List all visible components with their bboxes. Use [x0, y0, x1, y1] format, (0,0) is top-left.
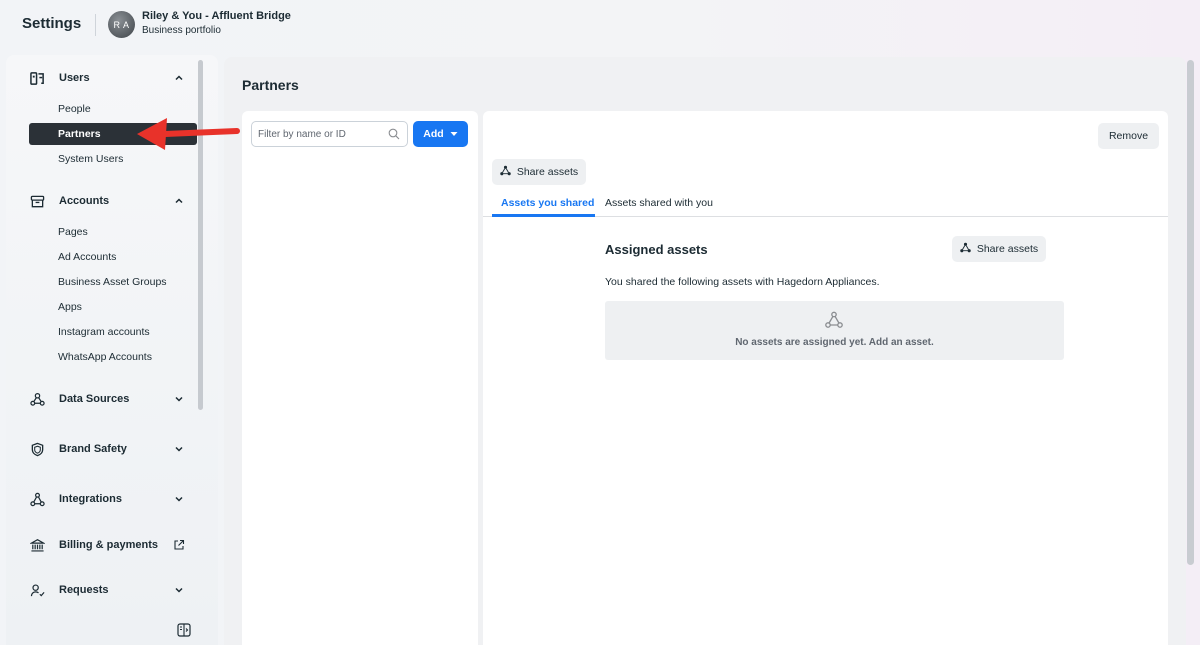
sidebar-section-data-sources[interactable]: Data Sources [22, 386, 192, 412]
annotation-arrow-icon [137, 118, 240, 150]
chevron-up-icon[interactable] [172, 194, 186, 208]
shield-icon [29, 441, 45, 457]
sidebar-item-label: Partners [58, 128, 101, 140]
empty-assets-text: No assets are assigned yet. Add an asset… [735, 337, 934, 348]
top-header: Settings R A Riley & You - Affluent Brid… [0, 0, 1200, 52]
share-assets-label: Share assets [976, 243, 1039, 255]
sidebar-section-label: Data Sources [59, 393, 130, 405]
sidebar-section-label: Brand Safety [59, 443, 127, 455]
sidebar-item-people[interactable]: People [58, 103, 91, 115]
search-icon[interactable] [388, 128, 400, 140]
sidebar-section-billing[interactable]: Billing & payments [22, 532, 192, 558]
active-tab-indicator [492, 214, 595, 217]
header-divider [95, 14, 96, 36]
share-assets-label: Share assets [516, 166, 579, 178]
sidebar-item-system-users[interactable]: System Users [58, 153, 123, 165]
requests-icon [29, 582, 45, 598]
bank-icon [29, 537, 45, 553]
chevron-down-icon[interactable] [172, 492, 186, 506]
sidebar-section-accounts[interactable]: Accounts [22, 188, 192, 214]
sidebar-item-business-asset-groups[interactable]: Business Asset Groups [58, 276, 167, 288]
share-assets-icon [500, 165, 511, 179]
add-button-label: Add [423, 128, 444, 140]
sidebar-section-label: Accounts [59, 195, 110, 207]
empty-assets-state: No assets are assigned yet. Add an asset… [605, 301, 1064, 360]
sidebar-item-pages[interactable]: Pages [58, 226, 88, 238]
app-title: Settings [22, 15, 82, 32]
integrations-icon [29, 491, 45, 507]
data-sources-icon [29, 391, 45, 407]
assets-placeholder-icon [825, 311, 843, 329]
external-link-icon[interactable] [172, 538, 186, 552]
chevron-down-icon[interactable] [172, 583, 186, 597]
shared-assets-description: You shared the following assets with Hag… [605, 276, 880, 288]
chevron-up-icon[interactable] [172, 71, 186, 85]
sidebar-section-integrations[interactable]: Integrations [22, 486, 192, 512]
tab-assets-you-shared[interactable]: Assets you shared [501, 197, 594, 209]
sidebar-section-label: Users [59, 72, 90, 84]
share-assets-button-secondary[interactable]: Share assets [952, 236, 1046, 262]
tab-assets-shared-with-you[interactable]: Assets shared with you [605, 197, 713, 209]
sidebar-item-instagram-accounts[interactable]: Instagram accounts [58, 326, 150, 338]
sidebar-section-label: Integrations [59, 493, 122, 505]
add-button[interactable]: Add [413, 121, 468, 147]
accounts-icon [29, 193, 45, 209]
sidebar-item-ad-accounts[interactable]: Ad Accounts [58, 251, 116, 263]
remove-button[interactable]: Remove [1098, 123, 1159, 149]
filter-input[interactable] [258, 126, 384, 142]
main-scrollbar[interactable] [1187, 60, 1194, 565]
sidebar-section-requests[interactable]: Requests [22, 577, 192, 603]
assigned-assets-title: Assigned assets [605, 242, 708, 257]
sidebar-section-users[interactable]: Users [22, 65, 192, 91]
portfolio-avatar[interactable]: R A [108, 11, 135, 38]
chevron-down-icon[interactable] [172, 392, 186, 406]
portfolio-name[interactable]: Riley & You - Affluent Bridge [142, 10, 291, 22]
page-title: Partners [242, 77, 299, 93]
sidebar-section-label: Billing & payments [59, 539, 159, 551]
share-assets-icon [960, 242, 971, 256]
portfolio-subtitle: Business portfolio [142, 25, 221, 36]
sidebar-section-brand-safety[interactable]: Brand Safety [22, 436, 192, 462]
sidebar-collapse-icon[interactable] [176, 622, 192, 638]
chevron-down-icon[interactable] [172, 442, 186, 456]
partners-list-panel [242, 111, 478, 645]
partner-detail-panel [483, 111, 1168, 645]
sidebar-item-whatsapp-accounts[interactable]: WhatsApp Accounts [58, 351, 152, 363]
users-icon [29, 70, 45, 86]
filter-field[interactable] [251, 121, 408, 147]
share-assets-button[interactable]: Share assets [492, 159, 586, 185]
sidebar-section-label: Requests [59, 584, 109, 596]
caret-down-icon [450, 128, 458, 140]
sidebar-item-apps[interactable]: Apps [58, 301, 82, 313]
